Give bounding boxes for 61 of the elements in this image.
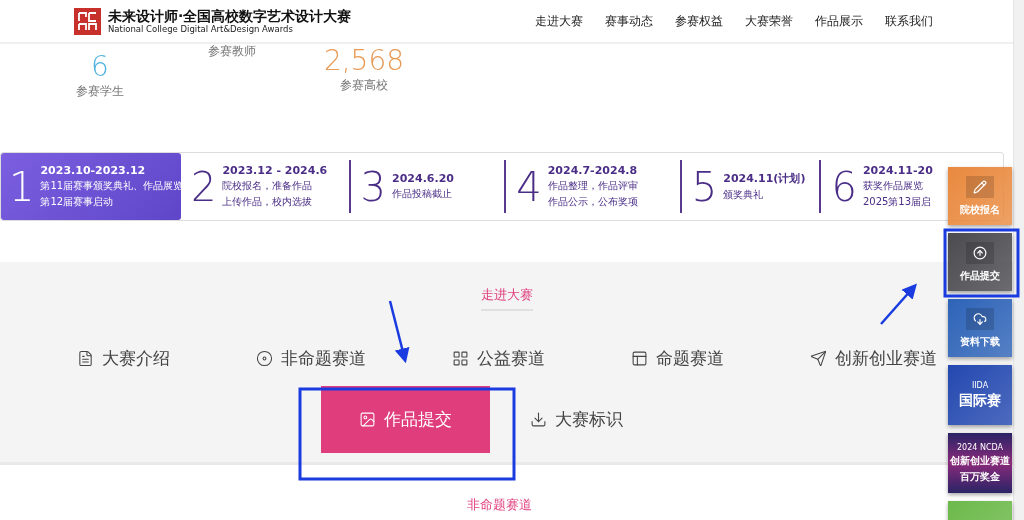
logo-subtitle: National College Digital Art&Design Awards [108,24,294,34]
disc-icon [255,350,273,367]
nav-link[interactable]: 作品展示 [815,12,863,30]
step-description: 作品公示，公布奖项 [547,195,638,209]
stat-label: 参赛教师 [208,44,256,59]
step-date: 2024.11(计划) [723,171,806,186]
step-description: 作品整理，作品评审 [547,179,638,193]
section-tab[interactable]: 公益赛道 [451,347,545,370]
pencil-icon [973,179,987,194]
paper-plane-icon [809,350,827,367]
section-tab[interactable]: 创新创业赛道 [809,347,937,370]
step-description: 院校报名，准备作品 [222,179,314,193]
step-description: 作品投稿截止 [392,187,454,201]
step-description: 上传作品，校内选拔 [222,195,314,209]
nav-link[interactable]: 大赛荣誉 [745,12,793,30]
side-button[interactable]: 资料下载 [948,299,1012,357]
stat-value: 2,568 [323,44,405,78]
step-description: 第12届赛事启动 [40,195,115,209]
nav-link[interactable]: 联系我们 [885,12,933,30]
step-description: 2025第13届启 [862,195,933,209]
section-title: 非命题赛道 [467,496,532,514]
cloud-download-icon [973,311,987,326]
side-button[interactable]: 作品提交 [948,233,1012,291]
nav-link[interactable]: 赛事动态 [605,12,653,30]
step-description: 颁奖典礼 [723,188,765,202]
step-number: 4 [516,166,542,207]
step-date: 2023.10-2023.12 [40,164,147,177]
layout-icon [630,350,648,367]
section-tab[interactable]: 大赛标识 [529,408,623,431]
logo-icon [74,7,101,35]
stat-label: 参赛高校 [340,78,388,93]
section-title: 走进大赛 [480,286,533,311]
step-number: 6 [831,166,857,207]
image-icon [358,411,376,428]
section-tab[interactable]: 大赛介绍 [76,347,170,370]
step-description: 获奖作品展览 [862,179,924,193]
section-tab[interactable]: 作品提交 [320,386,490,453]
scrollbar[interactable] [1013,0,1024,520]
annotation-arrow [388,300,410,364]
nav-link[interactable]: 走进大赛 [535,12,583,30]
step-number: 2 [191,166,217,207]
document-icon [76,350,94,367]
section-tab[interactable]: 命题赛道 [630,347,724,370]
annotation-arrow [880,283,917,325]
step-date: 2023.12 - 2024.6 [222,164,328,177]
stat-value: 6 [91,50,109,84]
logo-title: 未来设计师·全国高校数字艺术设计大赛 [108,8,352,24]
section-tab[interactable]: 非命题赛道 [255,347,366,370]
step-date: 2024.7-2024.8 [547,164,638,177]
upload-icon [973,245,987,260]
side-banner[interactable]: 2024 NCDA 创新创业赛道 百万奖金 [948,433,1012,493]
download-icon [529,411,547,428]
step-number: 3 [360,166,387,207]
step-number: 5 [691,166,718,207]
step-number: 1 [9,166,35,207]
side-banner[interactable]: IIDA 国际赛 [948,365,1012,425]
grid-icon [451,350,469,367]
step-date: 2024.11-20 [862,164,933,177]
nav-link[interactable]: 参赛权益 [675,12,723,30]
stat-label: 参赛学生 [76,84,124,99]
step-date: 2024.6.20 [392,172,454,185]
